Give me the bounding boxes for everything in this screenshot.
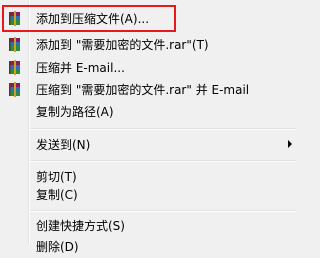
winrar-archive-icon — [9, 37, 20, 52]
menu-item-label: 压缩并 E-mail... — [36, 61, 125, 75]
menu-separator — [30, 128, 296, 130]
context-menu: 添加到压缩文件(A)... 添加到 "需要加密的文件.rar"(T) 压缩并 E… — [0, 0, 300, 254]
menu-item-compress-named-and-email[interactable]: 压缩到 "需要加密的文件.rar" 并 E-mail — [0, 79, 300, 101]
submenu-arrow-icon — [288, 140, 292, 148]
menu-separator — [30, 210, 296, 212]
menu-item-label: 添加到 "需要加密的文件.rar"(T) — [36, 38, 209, 52]
menu-item-delete[interactable]: 删除(D) — [0, 236, 300, 258]
winrar-archive-icon — [9, 82, 20, 97]
menu-item-copy[interactable]: 复制(C) — [0, 184, 300, 206]
menu-separator — [30, 160, 296, 162]
menu-item-label: 发送到(N) — [36, 138, 91, 152]
menu-item-create-shortcut[interactable]: 创建快捷方式(S) — [0, 215, 300, 237]
menu-item-send-to[interactable]: 发送到(N) — [0, 134, 300, 156]
menu-item-copy-as-path[interactable]: 复制为路径(A) — [0, 101, 300, 123]
menu-item-label: 压缩到 "需要加密的文件.rar" 并 E-mail — [36, 83, 250, 97]
menu-item-compress-and-email[interactable]: 压缩并 E-mail... — [0, 57, 300, 79]
menu-item-label: 删除(D) — [36, 240, 79, 254]
menu-item-label: 复制(C) — [36, 188, 78, 202]
winrar-archive-icon — [9, 60, 20, 75]
annotation-highlight-box — [2, 5, 176, 32]
menu-item-add-to-named-rar[interactable]: 添加到 "需要加密的文件.rar"(T) — [0, 34, 300, 56]
menu-item-label: 复制为路径(A) — [36, 105, 114, 119]
menu-item-label: 创建快捷方式(S) — [36, 219, 125, 233]
